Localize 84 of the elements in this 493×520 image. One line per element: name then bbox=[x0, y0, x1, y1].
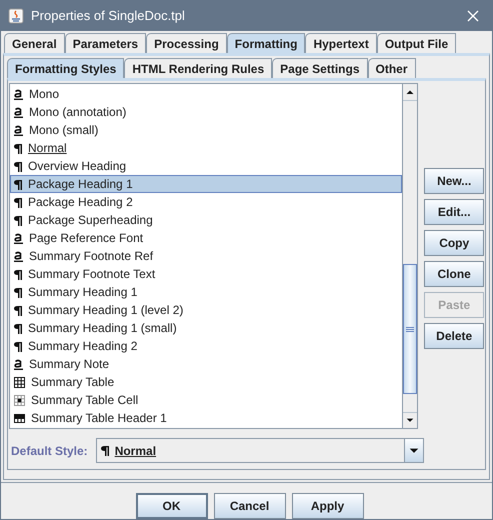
style-item[interactable]: Summary Heading 1 (level 2) bbox=[10, 301, 402, 319]
paragraph-icon bbox=[14, 286, 22, 298]
paragraph-icon bbox=[14, 304, 22, 316]
style-item[interactable]: Page Reference Font bbox=[10, 229, 402, 247]
style-name: Summary Heading 1 bbox=[28, 284, 138, 301]
tab[interactable]: Hypertext bbox=[305, 33, 377, 53]
side-button[interactable]: Copy bbox=[424, 230, 484, 256]
style-name: Summary Heading 1 (small) bbox=[28, 320, 177, 337]
paragraph-icon bbox=[14, 196, 22, 208]
tab[interactable]: Formatting bbox=[226, 33, 306, 53]
style-item[interactable]: Package Heading 1 bbox=[10, 175, 402, 193]
style-item[interactable]: Summary Heading 1 bbox=[10, 283, 402, 301]
table-header-icon bbox=[14, 414, 25, 422]
style-name: Summary Table Cell bbox=[31, 392, 138, 409]
side-button[interactable]: New... bbox=[424, 168, 484, 194]
style-item[interactable]: Summary Note bbox=[10, 355, 402, 373]
paragraph-icon bbox=[14, 340, 22, 352]
tab[interactable]: Output File bbox=[376, 33, 456, 53]
paragraph-icon bbox=[14, 322, 22, 334]
side-button[interactable]: Edit... bbox=[424, 199, 484, 225]
style-name: Page Reference Font bbox=[29, 230, 144, 247]
style-item[interactable]: Summary Heading 2 bbox=[10, 337, 402, 355]
style-name: Summary Heading 1 (level 2) bbox=[28, 302, 184, 319]
character-style-icon bbox=[14, 358, 23, 370]
style-name: Summary Table Header 1 bbox=[31, 410, 167, 427]
tab[interactable]: Processing bbox=[146, 33, 227, 53]
scrollbar[interactable] bbox=[402, 84, 418, 428]
character-style-icon bbox=[14, 106, 23, 118]
paragraph-icon bbox=[100, 445, 109, 456]
style-name: Summary Table bbox=[31, 374, 114, 391]
table-cell-icon bbox=[14, 394, 25, 406]
style-name: Mono bbox=[29, 86, 60, 103]
tab[interactable]: HTML Rendering Rules bbox=[124, 58, 272, 78]
character-style-icon bbox=[14, 124, 23, 136]
style-item[interactable]: Summary Table Cell bbox=[10, 391, 402, 409]
paragraph-icon bbox=[14, 268, 22, 280]
default-style-label: Default Style: bbox=[11, 442, 88, 460]
dropdown-value: Normal bbox=[114, 442, 156, 460]
side-button[interactable]: Delete bbox=[424, 323, 484, 349]
dialog-button[interactable]: Cancel bbox=[214, 493, 286, 519]
style-item[interactable]: Summary Table bbox=[10, 373, 402, 391]
character-style-icon bbox=[14, 250, 23, 262]
style-item[interactable]: Package Heading 2 bbox=[10, 193, 402, 211]
style-item[interactable]: Package Superheading bbox=[10, 211, 402, 229]
default-style-dropdown[interactable]: Normal bbox=[96, 438, 424, 463]
character-style-icon bbox=[14, 232, 23, 244]
tab[interactable]: General bbox=[4, 33, 65, 53]
style-name: Normal bbox=[28, 140, 67, 157]
tab[interactable]: Other bbox=[368, 58, 416, 78]
style-item[interactable]: Summary Footnote Text bbox=[10, 265, 402, 283]
paragraph-icon bbox=[14, 214, 22, 226]
side-button[interactable]: Clone bbox=[424, 261, 484, 287]
style-name: Summary Heading 2 bbox=[28, 338, 138, 355]
style-item[interactable]: Summary Footnote Ref bbox=[10, 247, 402, 265]
style-name: Package Heading 2 bbox=[28, 194, 133, 211]
style-name: Summary Footnote Ref bbox=[29, 248, 154, 265]
style-item[interactable]: Summary Heading 1 (small) bbox=[10, 319, 402, 337]
style-name: Mono (small) bbox=[29, 122, 98, 139]
style-item[interactable]: Overview Heading bbox=[10, 157, 402, 175]
app-icon bbox=[8, 8, 24, 24]
paragraph-icon bbox=[14, 160, 22, 172]
style-item[interactable]: Mono bbox=[10, 85, 402, 103]
dialog-button[interactable]: Apply bbox=[292, 493, 364, 519]
tab[interactable]: Formatting Styles bbox=[7, 58, 124, 78]
style-name: Package Heading 1 bbox=[28, 176, 133, 193]
style-name: Overview Heading bbox=[28, 158, 126, 175]
style-item[interactable]: Mono (small) bbox=[10, 121, 402, 139]
close-icon[interactable] bbox=[467, 10, 479, 22]
character-style-icon bbox=[14, 88, 23, 100]
style-name: Mono (annotation) bbox=[29, 104, 126, 121]
style-name: Summary Footnote Text bbox=[28, 266, 156, 283]
paragraph-icon bbox=[14, 178, 22, 190]
tab[interactable]: Parameters bbox=[64, 33, 146, 53]
table-icon bbox=[14, 376, 25, 388]
tab[interactable]: Page Settings bbox=[272, 58, 368, 78]
style-item[interactable]: Summary Table Header 1 bbox=[10, 409, 402, 427]
style-item[interactable]: Mono (annotation) bbox=[10, 103, 402, 121]
scroll-thumb[interactable] bbox=[403, 264, 418, 394]
window-title: Properties of SingleDoc.tpl bbox=[31, 6, 186, 25]
paragraph-icon bbox=[14, 142, 22, 154]
style-name: Package Superheading bbox=[28, 212, 153, 229]
style-item[interactable]: Normal bbox=[10, 139, 402, 157]
style-name: Summary Note bbox=[29, 356, 110, 373]
dialog-button[interactable]: OK bbox=[136, 493, 208, 519]
